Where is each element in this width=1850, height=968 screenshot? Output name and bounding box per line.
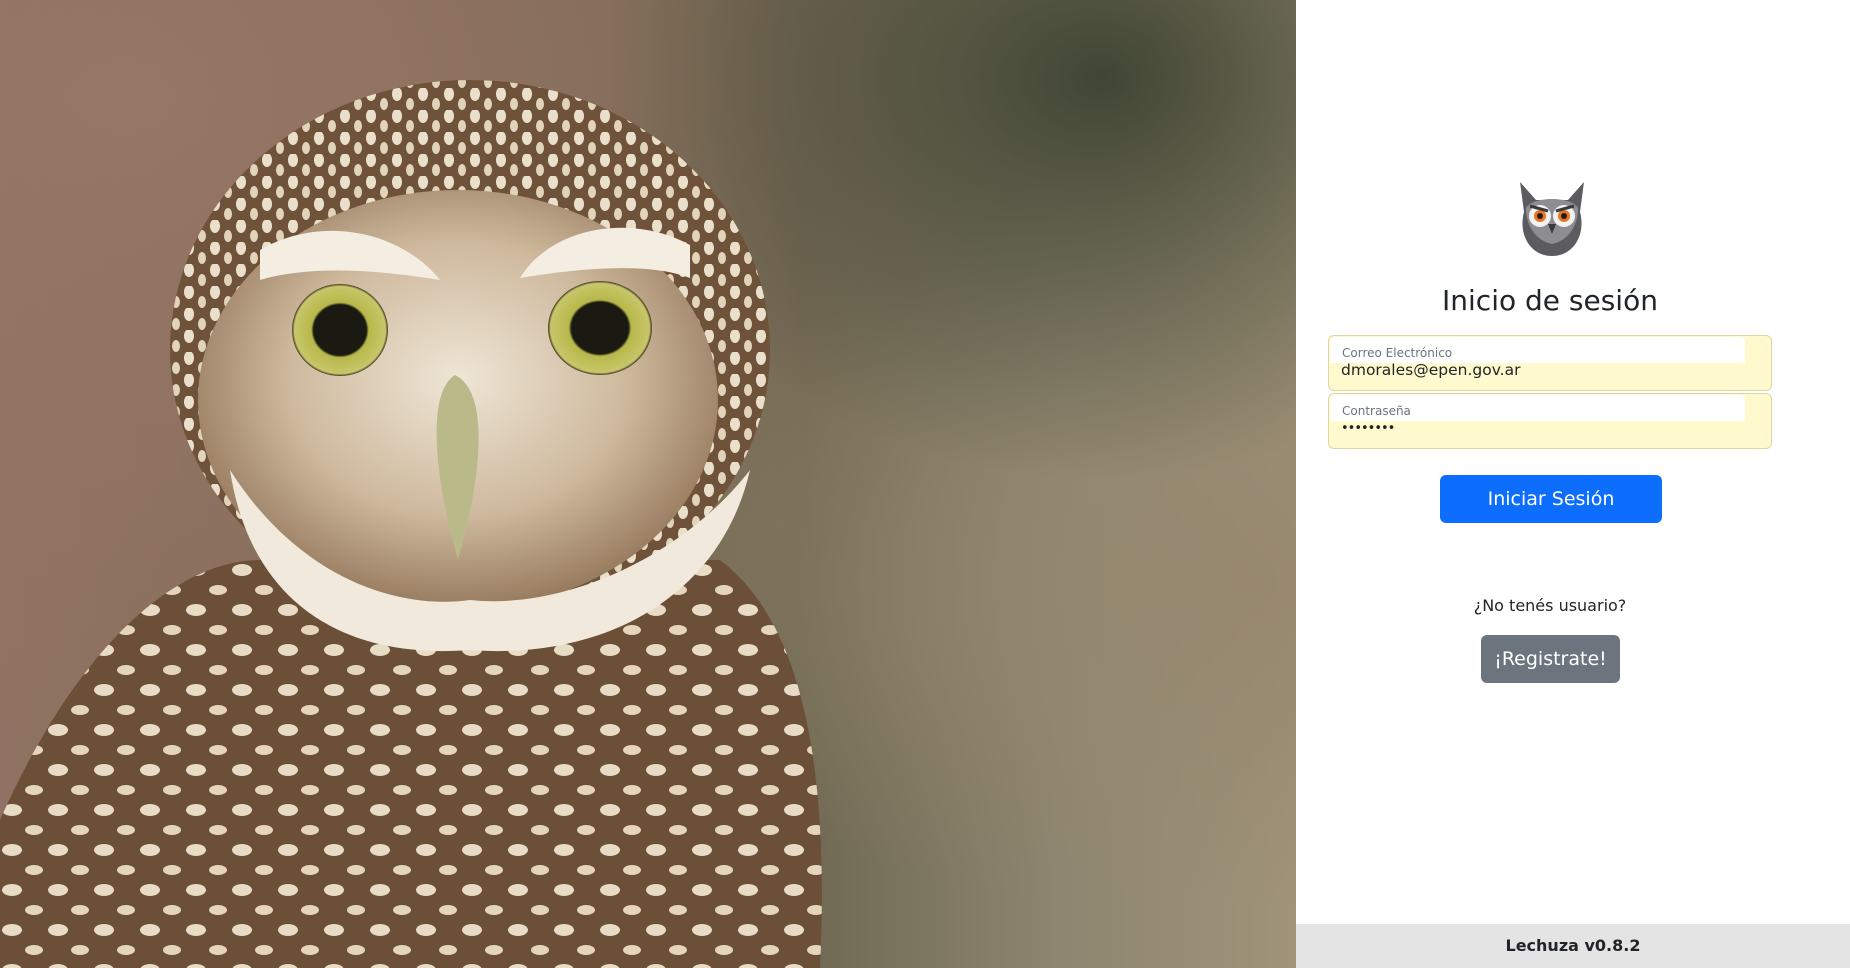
login-page: Inicio de sesión Correo Electrónico dmor… [0, 0, 1850, 968]
email-label-bg: Correo Electrónico [1330, 337, 1745, 363]
password-label-bg: Contraseña [1330, 395, 1745, 421]
email-label: Correo Electrónico [1342, 346, 1453, 360]
register-button[interactable]: ¡Registrate! [1481, 635, 1620, 683]
version-footer: Lechuza v0.8.2 [1296, 924, 1850, 968]
email-input[interactable]: dmorales@epen.gov.ar [1341, 361, 1520, 379]
owl-logo-icon [1512, 178, 1592, 258]
owl-illustration [0, 80, 822, 968]
password-label: Contraseña [1342, 404, 1411, 418]
no-user-text: ¿No tenés usuario? [1473, 596, 1627, 615]
page-title: Inicio de sesión [1442, 284, 1658, 317]
password-field[interactable]: Contraseña •••••••• [1328, 393, 1772, 449]
email-field[interactable]: Correo Electrónico dmorales@epen.gov.ar [1328, 335, 1772, 391]
password-input[interactable]: •••••••• [1341, 421, 1395, 436]
login-button[interactable]: Iniciar Sesión [1440, 475, 1662, 523]
owl-photo [0, 0, 1296, 968]
login-panel: Inicio de sesión Correo Electrónico dmor… [1296, 0, 1850, 968]
